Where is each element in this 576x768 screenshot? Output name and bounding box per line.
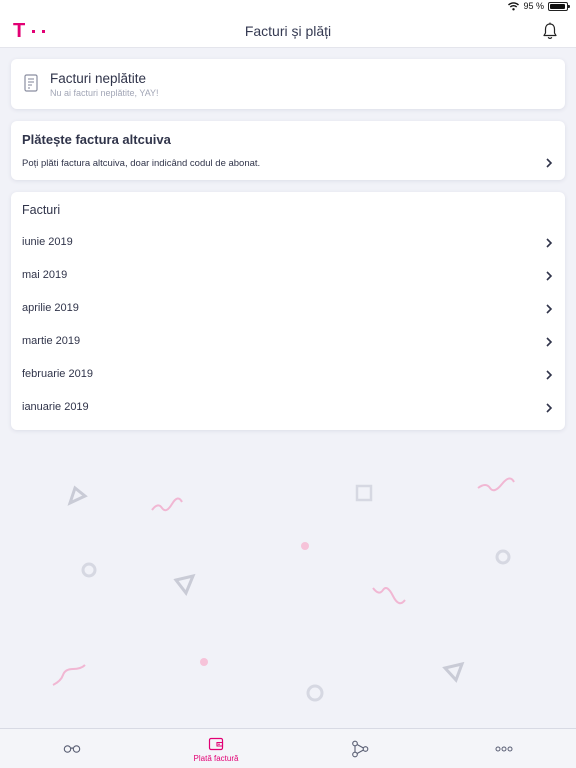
invoice-month-label: februarie 2019 [22, 368, 93, 380]
invoice-month-label: martie 2019 [22, 335, 81, 347]
invoice-month-label: ianuarie 2019 [22, 401, 89, 413]
pay-other-invoice-card[interactable]: Plătește factura altcuiva Poți plăti fac… [11, 121, 565, 180]
tab-bar: Plată factură [0, 728, 576, 768]
wallet-icon [208, 737, 224, 750]
main-content: Facturi neplătite Nu ai facturi neplătit… [0, 48, 576, 728]
tab-plata-factura[interactable]: Plată factură [144, 729, 288, 768]
unpaid-invoices-card[interactable]: Facturi neplătite Nu ai facturi neplătit… [11, 59, 565, 109]
invoice-row[interactable]: mai 2019 [11, 259, 565, 292]
page-title: Facturi și plăți [244, 23, 332, 39]
bell-icon[interactable] [542, 22, 558, 40]
chevron-right-icon [546, 337, 553, 347]
status-indicators: 95 % [508, 1, 570, 11]
more-dots-icon [495, 746, 513, 752]
invoice-row[interactable]: februarie 2019 [11, 358, 565, 391]
tab-glasses[interactable] [0, 729, 144, 768]
chevron-right-icon [546, 304, 553, 314]
invoice-row[interactable]: martie 2019 [11, 325, 565, 358]
tab-network[interactable] [288, 729, 432, 768]
invoices-card: Facturi iunie 2019 mai 2019 aprilie 2019… [11, 192, 565, 430]
unpaid-invoices-title: Facturi neplătite [50, 71, 147, 86]
invoice-row[interactable]: ianuarie 2019 [11, 391, 565, 424]
invoice-row[interactable]: aprilie 2019 [11, 292, 565, 325]
pay-other-title: Plătește factura altcuiva [22, 132, 171, 147]
chevron-right-icon [546, 370, 553, 380]
battery-percent: 95 % [523, 1, 544, 11]
glasses-icon [63, 745, 81, 753]
app-header: T Facturi și plăți [0, 14, 576, 48]
invoices-title: Facturi [22, 203, 61, 217]
invoice-row[interactable]: iunie 2019 [11, 226, 565, 259]
network-icon [352, 740, 369, 758]
chevron-right-icon [546, 403, 553, 413]
invoice-month-label: iunie 2019 [22, 236, 73, 248]
wifi-icon [508, 1, 520, 10]
chevron-right-icon [546, 271, 553, 281]
tab-more[interactable] [432, 729, 576, 768]
chevron-right-icon [546, 238, 553, 248]
battery-fill [550, 3, 566, 9]
pay-other-description: Poți plăti factura altcuiva, doar indicâ… [22, 158, 261, 169]
invoice-month-label: mai 2019 [22, 269, 68, 281]
status-bar: 95 % [0, 0, 576, 14]
unpaid-invoices-subtitle: Nu ai facturi neplătite, YAY! [50, 88, 159, 98]
tab-label: Plată factură [193, 753, 239, 763]
chevron-right-icon[interactable] [545, 158, 553, 168]
battery-icon [548, 1, 570, 11]
invoice-month-label: aprilie 2019 [22, 302, 79, 314]
invoice-document-icon [24, 74, 38, 92]
